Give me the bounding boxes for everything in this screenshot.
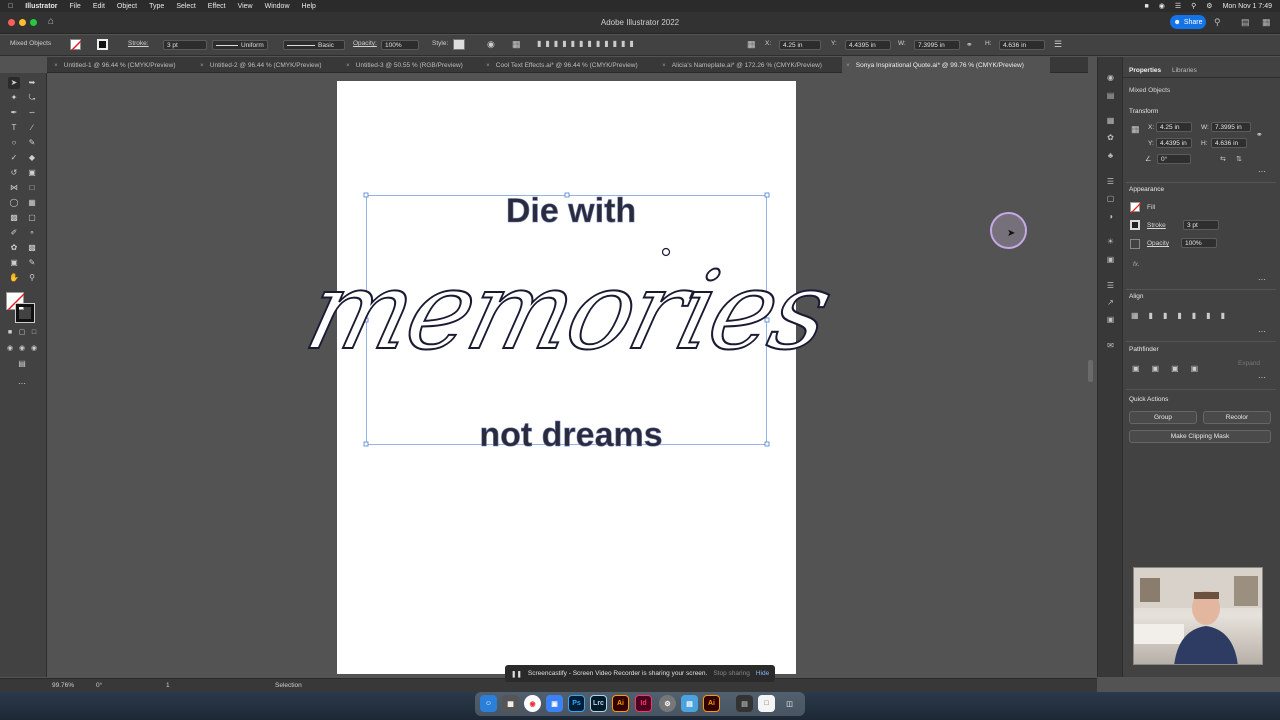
status-zoom-select[interactable]: 99.76% xyxy=(52,682,74,689)
stop-sharing-button[interactable]: Stop sharing xyxy=(713,670,750,677)
screen-app-icon[interactable]: ▤ xyxy=(681,695,698,712)
transform-x-input[interactable]: 4.25 in xyxy=(1156,122,1192,132)
appearance-stroke-swatch-icon[interactable] xyxy=(1130,220,1140,230)
webcam-overlay xyxy=(1133,567,1263,665)
libraries-panel-icon[interactable]: ▤ xyxy=(1105,90,1116,101)
fx-effects-button[interactable]: fx. xyxy=(1133,261,1140,268)
recolor-button[interactable]: Recolor xyxy=(1203,411,1271,424)
divider xyxy=(1126,182,1276,183)
status-artboard-number[interactable]: 1 xyxy=(166,682,170,689)
flip-horizontal-icon[interactable]: ⇆ xyxy=(1220,155,1226,163)
resize-handle-top-left[interactable] xyxy=(363,192,369,198)
mouse-pointer-icon: ➤ xyxy=(1007,228,1016,239)
finder-app-icon[interactable]: ☺ xyxy=(480,695,497,712)
brushes-panel-icon[interactable]: ✿ xyxy=(1105,132,1116,143)
artboards-panel-icon[interactable]: ▣ xyxy=(1105,314,1116,325)
transform-x-label: X: xyxy=(1148,124,1155,131)
quick-actions-section-title: Quick Actions xyxy=(1129,396,1169,403)
appearance-section-title: Appearance xyxy=(1129,186,1165,193)
transform-h-input[interactable]: 4.636 in xyxy=(1211,138,1247,148)
tab-properties[interactable]: Properties xyxy=(1129,67,1161,74)
pathfinder-more-options-icon[interactable]: ⋯ xyxy=(1258,373,1266,382)
align-section-title: Align xyxy=(1129,293,1144,300)
rotate-input[interactable]: 0° xyxy=(1157,154,1191,164)
group-button[interactable]: Group xyxy=(1129,411,1197,424)
constrain-width-height-icon[interactable]: ⚭ xyxy=(1256,130,1263,139)
appearance-fill-label[interactable]: Fill xyxy=(1147,204,1155,211)
vertical-scrollbar[interactable] xyxy=(1088,360,1093,382)
panel-tab-divider xyxy=(1122,77,1280,78)
hide-banner-button[interactable]: Hide xyxy=(756,670,769,677)
pathfinder-expand-button[interactable]: Expand xyxy=(1238,360,1260,367)
status-current-tool[interactable]: Selection xyxy=(275,682,302,689)
indesign-app-icon[interactable]: Id xyxy=(635,695,652,712)
transform-y-input[interactable]: 4.4395 in xyxy=(1156,138,1192,148)
photoshop-app-icon[interactable]: Ps xyxy=(568,695,585,712)
art-text-die-with[interactable]: Die with xyxy=(506,192,637,231)
gradient-panel-icon[interactable]: ▢ xyxy=(1105,193,1116,204)
align-buttons-row-icon[interactable]: ▦▮▮▮▮▮▮ xyxy=(1131,311,1235,320)
make-clipping-mask-button[interactable]: Make Clipping Mask xyxy=(1129,430,1271,443)
screen-share-banner: ❚❚ Screencastify - Screen Video Recorder… xyxy=(505,665,775,682)
opacity-icon xyxy=(1130,239,1140,249)
panel-selection-type: Mixed Objects xyxy=(1129,87,1171,94)
appearance-fill-swatch-icon[interactable] xyxy=(1130,202,1142,214)
transform-section-title: Transform xyxy=(1129,108,1159,115)
document-app-icon[interactable]: □ xyxy=(758,695,775,712)
reference-point-icon[interactable]: ▦ xyxy=(1131,124,1140,135)
chrome-app-icon[interactable]: ◉ xyxy=(524,695,541,712)
resize-handle-bottom-left[interactable] xyxy=(363,441,369,447)
transform-w-input[interactable]: 7.3995 in xyxy=(1211,122,1251,132)
flip-vertical-icon[interactable]: ⇅ xyxy=(1236,155,1242,163)
layers-panel-icon[interactable]: ☰ xyxy=(1105,280,1116,291)
comments-panel-icon[interactable]: ✉ xyxy=(1105,340,1116,351)
appearance-opacity-input[interactable]: 100% xyxy=(1181,238,1217,248)
art-text-not-dreams[interactable]: not dreams xyxy=(479,416,663,455)
screen-share-message: Screencastify - Screen Video Recorder is… xyxy=(527,670,708,677)
pathfinder-section-title: Pathfinder xyxy=(1129,346,1159,353)
launchpad-app-icon[interactable]: ▦ xyxy=(502,695,519,712)
transform-w-label: W: xyxy=(1201,124,1209,131)
asset-export-panel-icon[interactable]: ↗ xyxy=(1105,297,1116,308)
transform-h-label: H: xyxy=(1201,140,1208,147)
art-text-memories[interactable]: memories xyxy=(294,247,843,375)
pathfinder-shape-modes-icon[interactable]: ▣▣▣▣ xyxy=(1132,364,1210,373)
presenter-video-icon xyxy=(1134,568,1262,664)
folder-app-icon[interactable]: ▤ xyxy=(736,695,753,712)
appearance-stroke-label[interactable]: Stroke xyxy=(1147,222,1166,229)
appearance-opacity-label[interactable]: Opacity xyxy=(1147,240,1169,247)
trash-icon[interactable]: ◫ xyxy=(781,695,798,712)
illustrator-2-app-icon[interactable]: Ai xyxy=(703,695,720,712)
divider xyxy=(1126,389,1276,390)
resize-handle-top-right[interactable] xyxy=(764,192,770,198)
appearance-stroke-weight-input[interactable]: 3 pt xyxy=(1183,220,1219,230)
zoom-app-icon[interactable]: ▣ xyxy=(546,695,563,712)
transform-more-options-icon[interactable]: ⋯ xyxy=(1258,167,1266,176)
stroke-panel-icon[interactable]: ☰ xyxy=(1105,176,1116,187)
align-more-options-icon[interactable]: ⋯ xyxy=(1258,327,1266,336)
learn-panel-icon[interactable]: ◉ xyxy=(1105,72,1116,83)
lightroom-classic-app-icon[interactable]: Lrc xyxy=(590,695,607,712)
transparency-panel-icon[interactable]: ◑ xyxy=(1105,211,1116,222)
system-preferences-app-icon[interactable]: ⚙ xyxy=(659,695,676,712)
divider xyxy=(1126,341,1276,342)
tab-libraries[interactable]: Libraries xyxy=(1172,67,1197,74)
symbols-panel-icon[interactable]: ♣ xyxy=(1105,150,1116,161)
graphic-styles-panel-icon[interactable]: ▣ xyxy=(1105,254,1116,265)
illustrator-app-icon[interactable]: Ai xyxy=(612,695,629,712)
appearance-more-options-icon[interactable]: ⋯ xyxy=(1258,275,1266,284)
resize-handle-bottom-right[interactable] xyxy=(764,441,770,447)
pause-icon: ❚❚ xyxy=(511,670,522,678)
swatches-panel-icon[interactable]: ▦ xyxy=(1105,115,1116,126)
transform-y-label: Y: xyxy=(1148,140,1154,147)
status-rotation-select[interactable]: 0° xyxy=(96,682,102,689)
appearance-panel-icon[interactable]: ☀ xyxy=(1105,236,1116,247)
divider xyxy=(1126,289,1276,290)
rotate-icon: ∠ xyxy=(1145,156,1152,163)
